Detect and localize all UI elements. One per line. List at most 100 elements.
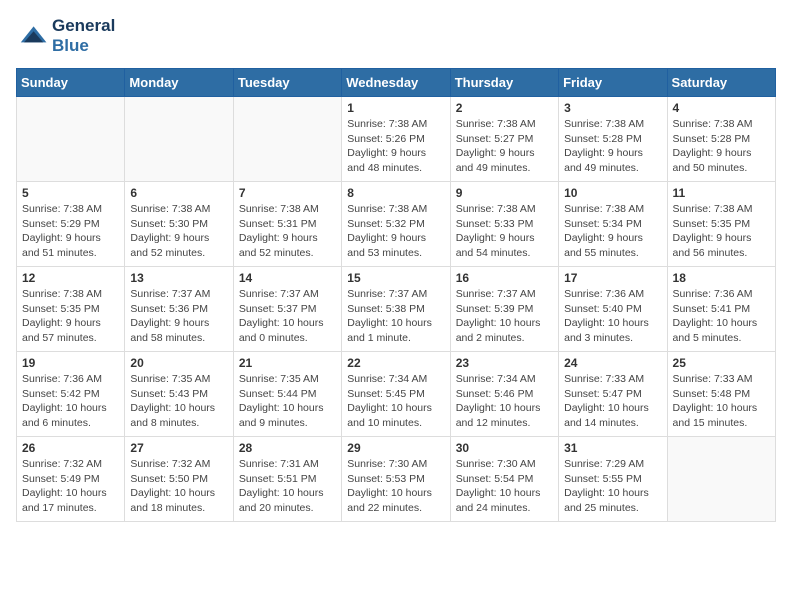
calendar-cell <box>17 97 125 182</box>
day-number: 29 <box>347 441 444 455</box>
day-number: 20 <box>130 356 227 370</box>
day-info: Sunrise: 7:38 AMSunset: 5:32 PMDaylight:… <box>347 202 444 261</box>
day-number: 27 <box>130 441 227 455</box>
calendar-cell: 13 Sunrise: 7:37 AMSunset: 5:36 PMDayligh… <box>125 267 233 352</box>
day-info: Sunrise: 7:38 AMSunset: 5:31 PMDaylight:… <box>239 202 336 261</box>
day-info: Sunrise: 7:36 AMSunset: 5:41 PMDaylight:… <box>673 287 770 346</box>
day-info: Sunrise: 7:38 AMSunset: 5:34 PMDaylight:… <box>564 202 661 261</box>
weekday-header-thursday: Thursday <box>450 69 558 97</box>
day-info: Sunrise: 7:38 AMSunset: 5:28 PMDaylight:… <box>673 117 770 176</box>
day-info: Sunrise: 7:32 AMSunset: 5:50 PMDaylight:… <box>130 457 227 516</box>
logo-text: General Blue <box>52 16 115 56</box>
calendar-table: SundayMondayTuesdayWednesdayThursdayFrid… <box>16 68 776 522</box>
day-info: Sunrise: 7:38 AMSunset: 5:28 PMDaylight:… <box>564 117 661 176</box>
day-number: 24 <box>564 356 661 370</box>
day-number: 16 <box>456 271 553 285</box>
day-info: Sunrise: 7:35 AMSunset: 5:43 PMDaylight:… <box>130 372 227 431</box>
day-info: Sunrise: 7:38 AMSunset: 5:27 PMDaylight:… <box>456 117 553 176</box>
day-info: Sunrise: 7:37 AMSunset: 5:37 PMDaylight:… <box>239 287 336 346</box>
calendar-cell: 7 Sunrise: 7:38 AMSunset: 5:31 PMDaylight… <box>233 182 341 267</box>
day-info: Sunrise: 7:36 AMSunset: 5:42 PMDaylight:… <box>22 372 119 431</box>
calendar-cell: 8Sunrise: 7:38 AMSunset: 5:32 PMDaylight… <box>342 182 450 267</box>
day-number: 14 <box>239 271 336 285</box>
calendar-cell: 14 Sunrise: 7:37 AMSunset: 5:37 PMDayligh… <box>233 267 341 352</box>
calendar-cell: 30 Sunrise: 7:30 AMSunset: 5:54 PMDayligh… <box>450 437 558 522</box>
day-number: 12 <box>22 271 119 285</box>
calendar-cell: 23 Sunrise: 7:34 AMSunset: 5:46 PMDayligh… <box>450 352 558 437</box>
calendar-cell: 15Sunrise: 7:37 AMSunset: 5:38 PMDayligh… <box>342 267 450 352</box>
week-row-1: 1Sunrise: 7:38 AMSunset: 5:26 PMDaylight… <box>17 97 776 182</box>
calendar-cell: 19 Sunrise: 7:36 AMSunset: 5:42 PMDayligh… <box>17 352 125 437</box>
calendar-cell: 1Sunrise: 7:38 AMSunset: 5:26 PMDaylight… <box>342 97 450 182</box>
day-info: Sunrise: 7:38 AMSunset: 5:30 PMDaylight:… <box>130 202 227 261</box>
day-number: 25 <box>673 356 770 370</box>
day-info: Sunrise: 7:37 AMSunset: 5:36 PMDaylight:… <box>130 287 227 346</box>
day-info: Sunrise: 7:37 AMSunset: 5:39 PMDaylight:… <box>456 287 553 346</box>
week-row-5: 26 Sunrise: 7:32 AMSunset: 5:49 PMDayligh… <box>17 437 776 522</box>
calendar-cell: 25 Sunrise: 7:33 AMSunset: 5:48 PMDayligh… <box>667 352 775 437</box>
day-number: 6 <box>130 186 227 200</box>
day-info: Sunrise: 7:38 AMSunset: 5:33 PMDaylight:… <box>456 202 553 261</box>
weekday-header-sunday: Sunday <box>17 69 125 97</box>
day-info: Sunrise: 7:34 AMSunset: 5:46 PMDaylight:… <box>456 372 553 431</box>
day-number: 3 <box>564 101 661 115</box>
calendar-cell: 24 Sunrise: 7:33 AMSunset: 5:47 PMDayligh… <box>559 352 667 437</box>
day-number: 30 <box>456 441 553 455</box>
day-number: 11 <box>673 186 770 200</box>
calendar-page: General Blue SundayMondayTuesdayWednesda… <box>0 0 792 538</box>
day-number: 28 <box>239 441 336 455</box>
calendar-cell: 28 Sunrise: 7:31 AMSunset: 5:51 PMDayligh… <box>233 437 341 522</box>
weekday-header-friday: Friday <box>559 69 667 97</box>
day-number: 7 <box>239 186 336 200</box>
week-row-3: 12Sunrise: 7:38 AMSunset: 5:35 PMDayligh… <box>17 267 776 352</box>
day-number: 4 <box>673 101 770 115</box>
calendar-cell: 12Sunrise: 7:38 AMSunset: 5:35 PMDayligh… <box>17 267 125 352</box>
calendar-cell: 20 Sunrise: 7:35 AMSunset: 5:43 PMDayligh… <box>125 352 233 437</box>
calendar-cell: 22Sunrise: 7:34 AMSunset: 5:45 PMDayligh… <box>342 352 450 437</box>
day-info: Sunrise: 7:31 AMSunset: 5:51 PMDaylight:… <box>239 457 336 516</box>
calendar-cell: 18 Sunrise: 7:36 AMSunset: 5:41 PMDayligh… <box>667 267 775 352</box>
weekday-header-saturday: Saturday <box>667 69 775 97</box>
day-info: Sunrise: 7:38 AMSunset: 5:26 PMDaylight:… <box>347 117 444 176</box>
day-number: 19 <box>22 356 119 370</box>
weekday-header-tuesday: Tuesday <box>233 69 341 97</box>
day-number: 13 <box>130 271 227 285</box>
calendar-cell: 5Sunrise: 7:38 AMSunset: 5:29 PMDaylight… <box>17 182 125 267</box>
logo-icon <box>16 20 48 52</box>
calendar-cell <box>125 97 233 182</box>
header: General Blue <box>16 16 776 56</box>
calendar-cell: 4 Sunrise: 7:38 AMSunset: 5:28 PMDaylight… <box>667 97 775 182</box>
day-number: 23 <box>456 356 553 370</box>
day-number: 2 <box>456 101 553 115</box>
day-number: 17 <box>564 271 661 285</box>
week-row-4: 19 Sunrise: 7:36 AMSunset: 5:42 PMDayligh… <box>17 352 776 437</box>
calendar-cell: 26 Sunrise: 7:32 AMSunset: 5:49 PMDayligh… <box>17 437 125 522</box>
calendar-cell: 17 Sunrise: 7:36 AMSunset: 5:40 PMDayligh… <box>559 267 667 352</box>
day-number: 18 <box>673 271 770 285</box>
week-row-2: 5Sunrise: 7:38 AMSunset: 5:29 PMDaylight… <box>17 182 776 267</box>
day-info: Sunrise: 7:30 AMSunset: 5:54 PMDaylight:… <box>456 457 553 516</box>
day-number: 10 <box>564 186 661 200</box>
day-info: Sunrise: 7:35 AMSunset: 5:44 PMDaylight:… <box>239 372 336 431</box>
calendar-cell <box>233 97 341 182</box>
day-info: Sunrise: 7:36 AMSunset: 5:40 PMDaylight:… <box>564 287 661 346</box>
calendar-cell: 9Sunrise: 7:38 AMSunset: 5:33 PMDaylight… <box>450 182 558 267</box>
day-info: Sunrise: 7:30 AMSunset: 5:53 PMDaylight:… <box>347 457 444 516</box>
weekday-header-wednesday: Wednesday <box>342 69 450 97</box>
day-number: 15 <box>347 271 444 285</box>
day-number: 31 <box>564 441 661 455</box>
calendar-cell: 29 Sunrise: 7:30 AMSunset: 5:53 PMDayligh… <box>342 437 450 522</box>
day-number: 26 <box>22 441 119 455</box>
calendar-cell: 2 Sunrise: 7:38 AMSunset: 5:27 PMDaylight… <box>450 97 558 182</box>
day-info: Sunrise: 7:33 AMSunset: 5:47 PMDaylight:… <box>564 372 661 431</box>
weekday-header-monday: Monday <box>125 69 233 97</box>
day-info: Sunrise: 7:33 AMSunset: 5:48 PMDaylight:… <box>673 372 770 431</box>
day-info: Sunrise: 7:29 AMSunset: 5:55 PMDaylight:… <box>564 457 661 516</box>
calendar-cell: 6 Sunrise: 7:38 AMSunset: 5:30 PMDaylight… <box>125 182 233 267</box>
day-info: Sunrise: 7:32 AMSunset: 5:49 PMDaylight:… <box>22 457 119 516</box>
calendar-cell: 21Sunrise: 7:35 AMSunset: 5:44 PMDayligh… <box>233 352 341 437</box>
day-info: Sunrise: 7:34 AMSunset: 5:45 PMDaylight:… <box>347 372 444 431</box>
calendar-cell: 10 Sunrise: 7:38 AMSunset: 5:34 PMDayligh… <box>559 182 667 267</box>
calendar-cell: 3 Sunrise: 7:38 AMSunset: 5:28 PMDaylight… <box>559 97 667 182</box>
weekday-header-row: SundayMondayTuesdayWednesdayThursdayFrid… <box>17 69 776 97</box>
